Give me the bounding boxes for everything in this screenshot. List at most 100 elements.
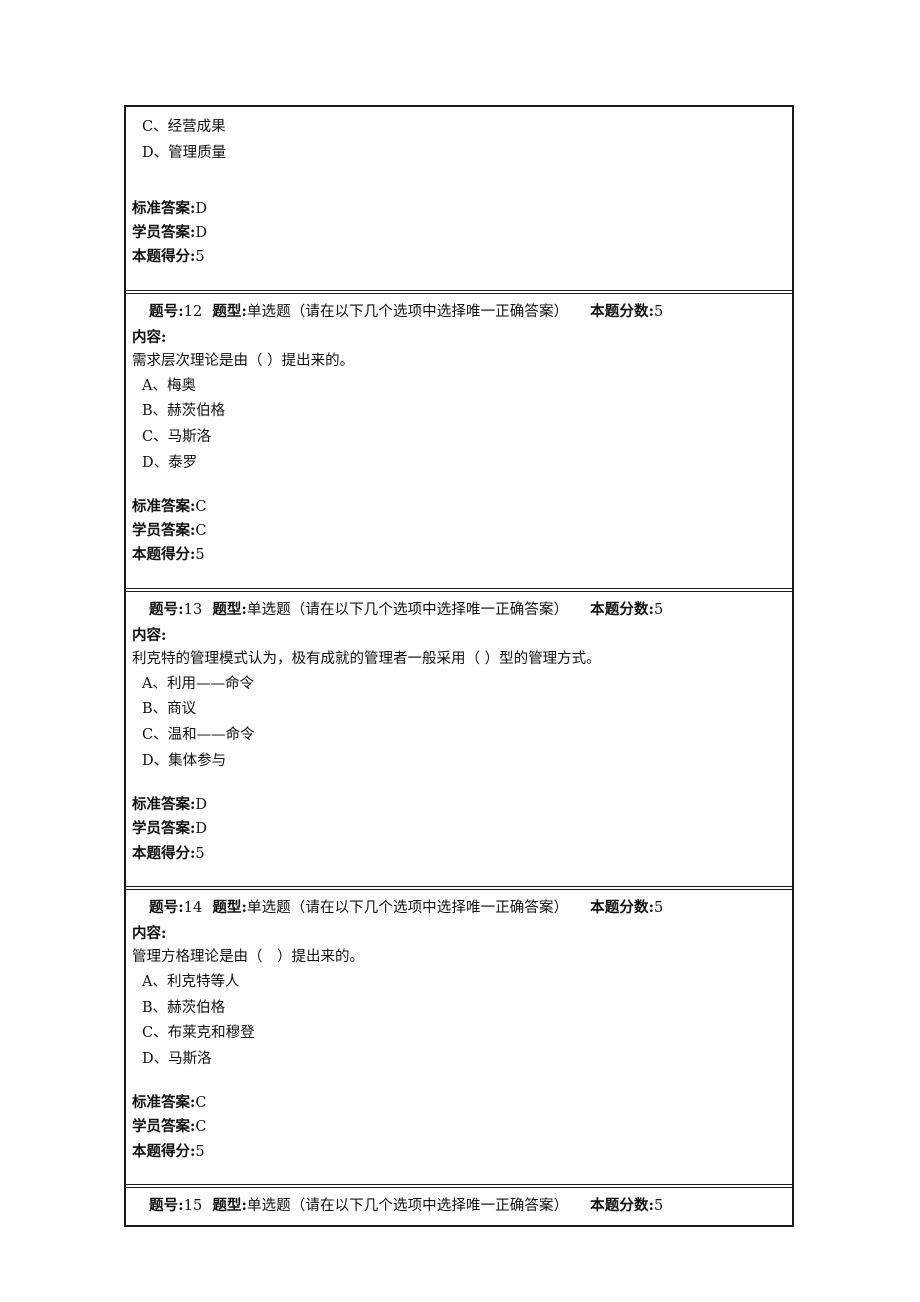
exam-answer-table: C、经营成果 D、管理质量 标准答案:D 学员答案:D 本题得分:5 题号:12… (124, 105, 794, 1228)
question-type-value: 单选题（请在以下几个选项中选择唯一正确答案） (246, 303, 569, 320)
answer-group: 标准答案:C 学员答案:C 本题得分:5 (126, 495, 792, 568)
standard-answer-value: C (195, 1094, 207, 1111)
score-earned-label: 本题得分: (132, 1142, 196, 1160)
standard-answer-line: 标准答案:C (132, 1091, 786, 1115)
score-earned-label: 本题得分: (132, 844, 196, 862)
option-item: D、泰罗 (142, 454, 198, 471)
option-item: C、温和——命令 (142, 727, 255, 744)
question-type-label: 题型: (212, 1197, 247, 1214)
student-answer-label: 学员答案: (132, 522, 196, 540)
question-block: C、经营成果 D、管理质量 标准答案:D 学员答案:D 本题得分:5 (126, 107, 792, 290)
question-number-label: 题号: (149, 600, 184, 618)
question-block: 题号:12 题型:单选题（请在以下几个选项中选择唯一正确答案） 本题分数:5 内容:… (126, 289, 792, 588)
question-score-value: 5 (654, 1198, 664, 1214)
score-earned-label: 本题得分: (132, 546, 196, 564)
question-header: 题号:12 题型:单选题（请在以下几个选项中选择唯一正确答案） 本题分数:5 (126, 294, 792, 326)
question-score-label: 本题分数: (590, 1197, 655, 1214)
option-item: A、利克特等人 (142, 973, 240, 990)
question-type-label: 题型: (212, 898, 247, 916)
document-page: C、经营成果 D、管理质量 标准答案:D 学员答案:D 本题得分:5 题号:12… (0, 0, 920, 1302)
standard-answer-value: C (195, 498, 207, 515)
question-score-label: 本题分数: (590, 302, 655, 320)
question-score-value: 5 (654, 899, 664, 916)
answer-group: 标准答案:D 学员答案:D 本题得分:5 (126, 793, 792, 866)
option-item: B、赫茨伯格 (142, 403, 226, 420)
question-number-value: 15 (183, 1198, 203, 1214)
student-answer-value: C (195, 1119, 207, 1136)
content-label: 内容: (132, 924, 167, 942)
option-item: A、利用——命令 (142, 675, 254, 692)
standard-answer-value: D (195, 796, 207, 813)
score-earned-value: 5 (195, 249, 205, 266)
option-item: B、商议 (142, 701, 197, 718)
question-header: 题号:13 题型:单选题（请在以下几个选项中选择唯一正确答案） 本题分数:5 (126, 592, 792, 624)
score-earned-line: 本题得分:5 (132, 245, 786, 269)
answer-group: 标准答案:D 学员答案:D 本题得分:5 (126, 197, 792, 270)
score-earned-value: 5 (195, 845, 205, 862)
student-answer-line: 学员答案:D (132, 221, 786, 245)
question-type-value: 单选题（请在以下几个选项中选择唯一正确答案） (246, 1198, 569, 1214)
student-answer-line: 学员答案:C (132, 1115, 786, 1139)
standard-answer-label: 标准答案: (132, 795, 196, 813)
question-number-value: 12 (183, 303, 203, 320)
question-number-label: 题号: (149, 302, 184, 320)
score-earned-label: 本题得分: (132, 248, 196, 266)
answer-group: 标准答案:C 学员答案:C 本题得分:5 (126, 1091, 792, 1164)
question-content-text: 利克特的管理模式认为，极有成就的管理者一般采用（ ）型的管理方式。 (132, 650, 601, 667)
question-number-value: 14 (183, 899, 203, 916)
question-block: 题号:14 题型:单选题（请在以下几个选项中选择唯一正确答案） 本题分数:5 内容:… (126, 885, 792, 1184)
question-score-label: 本题分数: (590, 898, 655, 916)
question-number-label: 题号: (149, 898, 184, 916)
student-answer-label: 学员答案: (132, 1118, 196, 1136)
question-block: 题号:15 题型:单选题（请在以下几个选项中选择唯一正确答案） 本题分数:5 (126, 1184, 792, 1225)
option-item: C、马斯洛 (142, 429, 212, 446)
score-earned-line: 本题得分:5 (132, 1140, 786, 1164)
option-list: A、利克特等人 B、赫茨伯格 C、布莱克和穆登 D、马斯洛 (126, 970, 792, 1073)
student-answer-line: 学员答案:C (132, 519, 786, 543)
question-score-value: 5 (654, 601, 664, 618)
option-item: D、马斯洛 (142, 1051, 212, 1068)
student-answer-value: C (195, 523, 207, 540)
score-earned-line: 本题得分:5 (132, 842, 786, 866)
option-item: C、经营成果 (142, 119, 226, 135)
option-item: C、布莱克和穆登 (142, 1025, 255, 1042)
standard-answer-value: D (195, 200, 207, 217)
standard-answer-line: 标准答案:D (132, 793, 786, 817)
student-answer-line: 学员答案:D (132, 817, 786, 841)
question-header: 题号:14 题型:单选题（请在以下几个选项中选择唯一正确答案） 本题分数:5 (126, 890, 792, 922)
standard-answer-line: 标准答案:D (132, 197, 786, 221)
option-list: C、经营成果 D、管理质量 (126, 115, 792, 167)
standard-answer-line: 标准答案:C (132, 495, 786, 519)
option-item: D、集体参与 (142, 753, 227, 770)
option-item: D、管理质量 (142, 144, 227, 161)
standard-answer-label: 标准答案: (132, 497, 196, 515)
content-label: 内容: (132, 328, 167, 346)
question-type-value: 单选题（请在以下几个选项中选择唯一正确答案） (246, 601, 569, 618)
option-item: B、赫茨伯格 (142, 999, 226, 1016)
standard-answer-label: 标准答案: (132, 199, 196, 217)
question-type-label: 题型: (212, 600, 247, 618)
question-type-label: 题型: (212, 302, 247, 320)
standard-answer-label: 标准答案: (132, 1093, 196, 1111)
question-number-value: 13 (183, 601, 203, 618)
question-content-text: 管理方格理论是由（ ）提出来的。 (132, 949, 364, 966)
question-block: 题号:13 题型:单选题（请在以下几个选项中选择唯一正确答案） 本题分数:5 内容:… (126, 587, 792, 886)
question-number-label: 题号: (149, 1197, 184, 1214)
question-score-label: 本题分数: (590, 600, 655, 618)
student-answer-value: D (195, 224, 207, 241)
question-header: 题号:15 题型:单选题（请在以下几个选项中选择唯一正确答案） 本题分数:5 (126, 1188, 792, 1225)
score-earned-line: 本题得分:5 (132, 543, 786, 567)
student-answer-label: 学员答案: (132, 820, 196, 838)
option-list: A、梅奥 B、赫茨伯格 C、马斯洛 D、泰罗 (126, 374, 792, 477)
score-earned-value: 5 (195, 547, 205, 564)
question-type-value: 单选题（请在以下几个选项中选择唯一正确答案） (246, 899, 569, 916)
student-answer-value: D (195, 821, 207, 838)
question-score-value: 5 (654, 303, 664, 320)
student-answer-label: 学员答案: (132, 223, 196, 241)
question-content-text: 需求层次理论是由（ ）提出来的。 (132, 352, 355, 369)
